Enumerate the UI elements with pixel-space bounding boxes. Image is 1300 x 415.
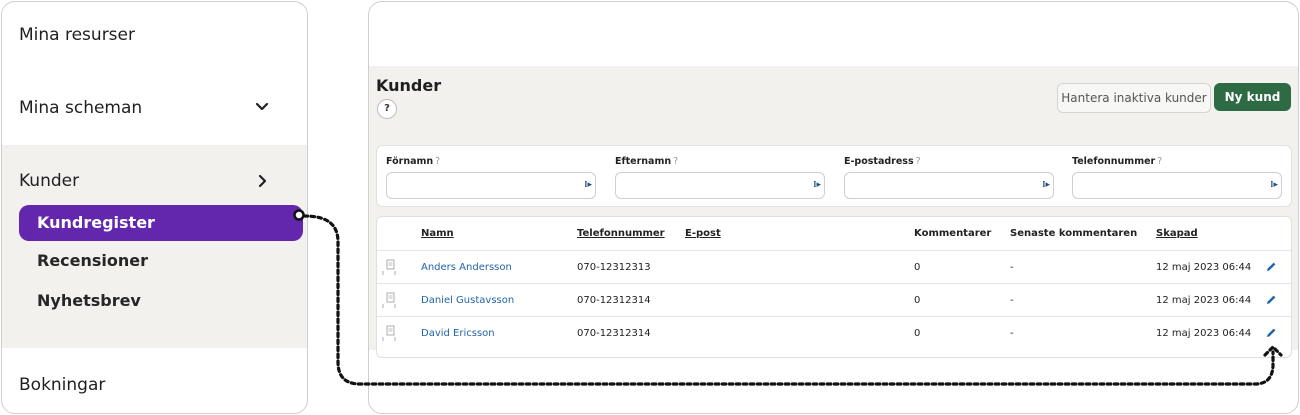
dotted-connector-arrow: [293, 209, 1283, 386]
